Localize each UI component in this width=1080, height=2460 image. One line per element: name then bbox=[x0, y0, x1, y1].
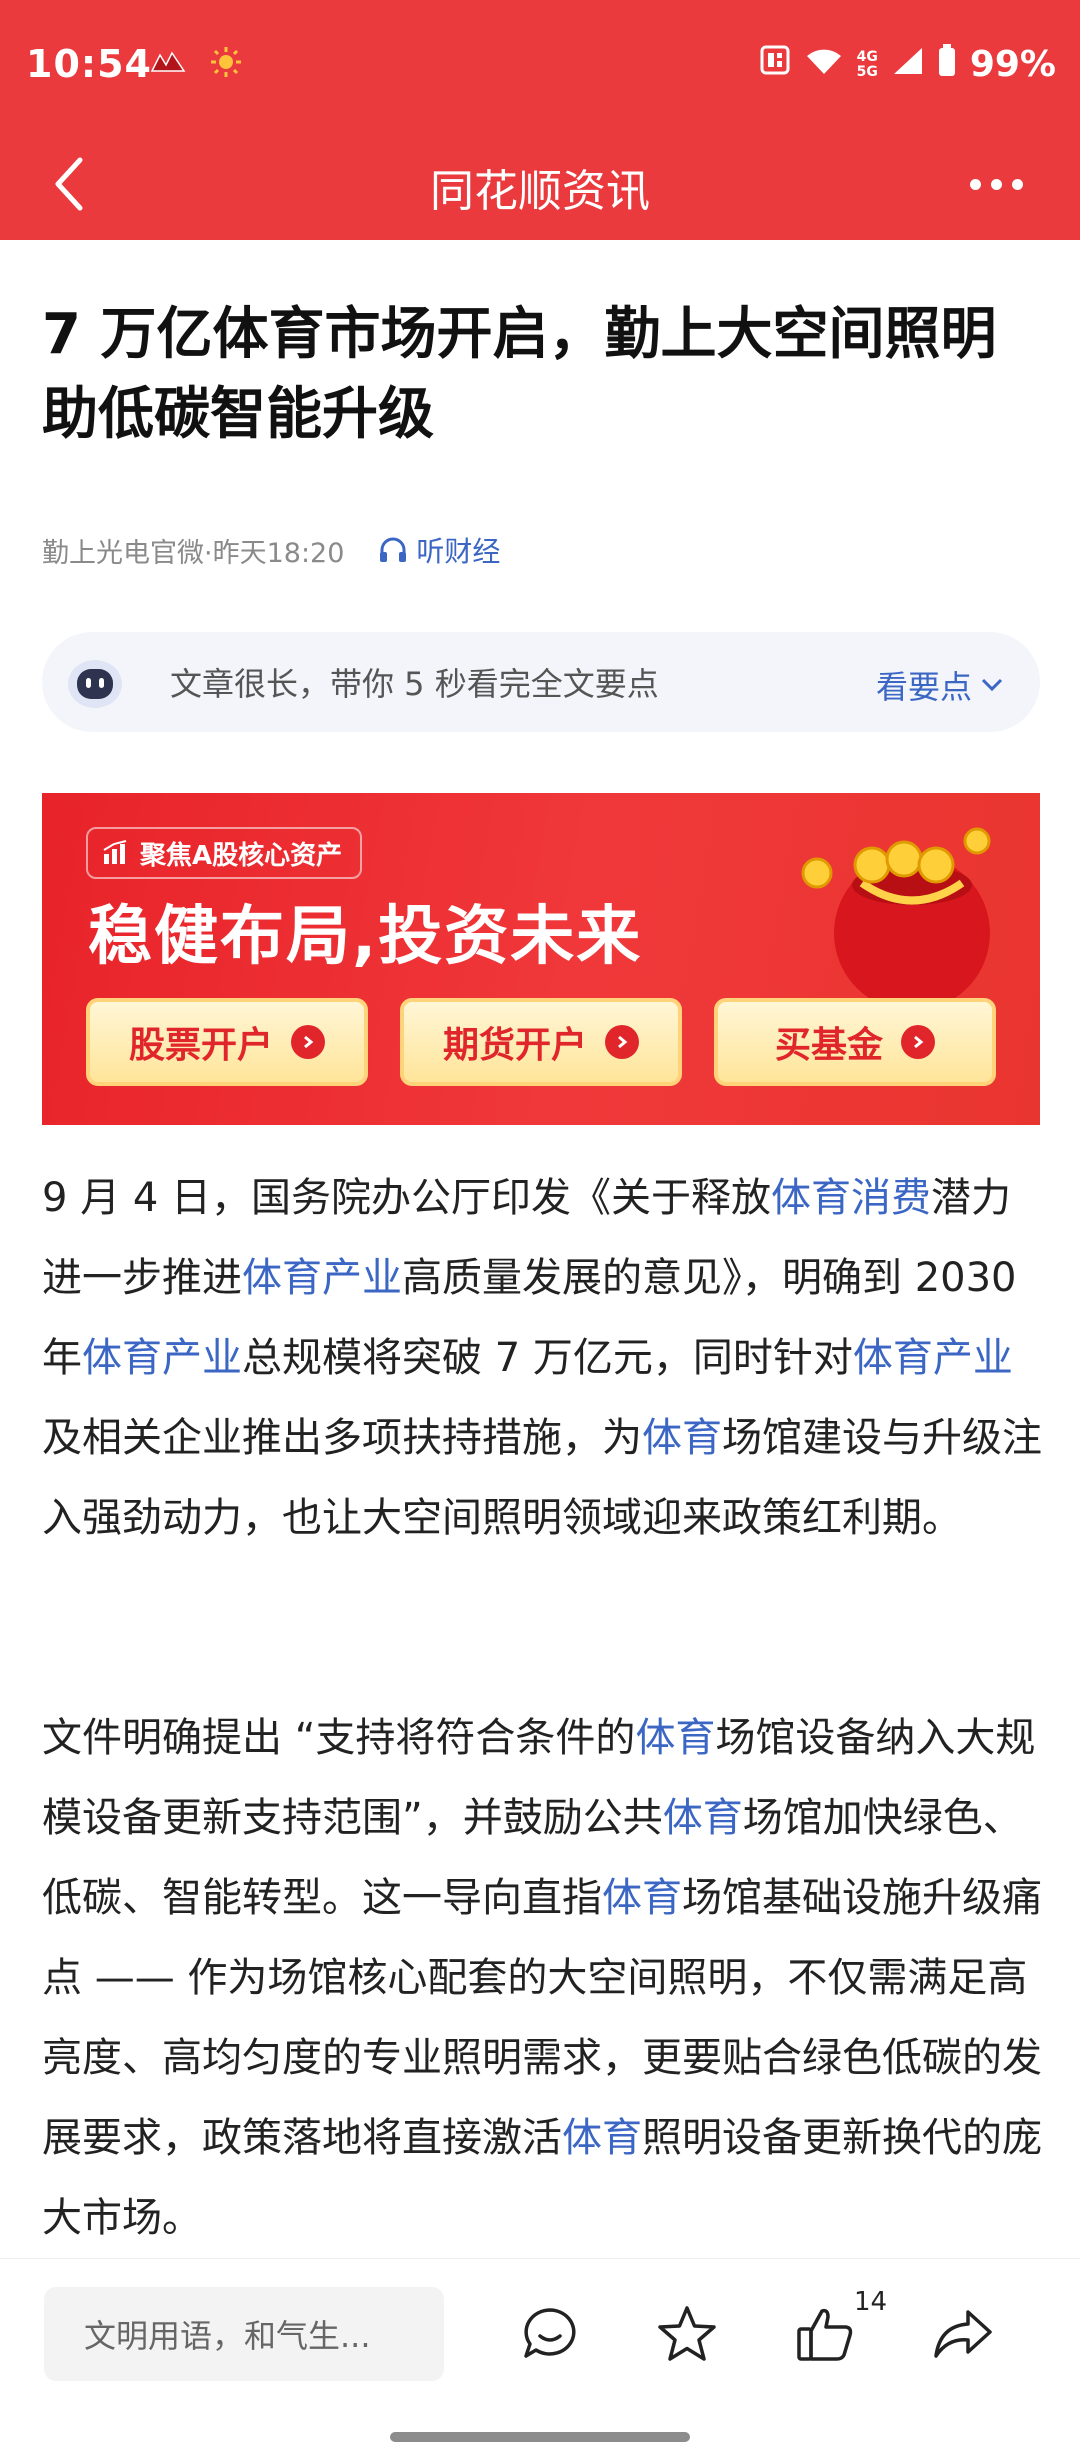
bottom-action-bar: 文明用语，和气生... 14 bbox=[0, 2258, 1080, 2460]
comment-icon bbox=[524, 2308, 576, 2358]
listen-button[interactable]: 听财经 bbox=[378, 530, 500, 570]
arrow-right-icon bbox=[605, 1025, 639, 1059]
nfc-icon bbox=[759, 44, 791, 85]
battery-level: 99% bbox=[969, 44, 1056, 85]
thumbs-up-icon bbox=[797, 2308, 853, 2361]
app-notification-icon bbox=[148, 47, 188, 81]
buy-fund-button[interactable]: 买基金 bbox=[714, 998, 996, 1086]
more-icon bbox=[969, 178, 981, 190]
weather-sun-icon bbox=[210, 46, 242, 82]
banner-headline: 稳健布局,投资未来 bbox=[88, 900, 643, 974]
comment-input[interactable]: 文明用语，和气生... bbox=[44, 2287, 444, 2381]
home-indicator[interactable] bbox=[390, 2432, 690, 2442]
keyword-link[interactable]: 体育产业 bbox=[242, 1255, 402, 1301]
share-button[interactable] bbox=[928, 2299, 998, 2369]
keyword-link[interactable]: 体育产业 bbox=[82, 1335, 242, 1381]
keyword-link[interactable]: 体育 bbox=[602, 1875, 682, 1921]
arrow-right-icon bbox=[291, 1025, 325, 1059]
chart-icon bbox=[103, 840, 127, 864]
chevron-down-icon bbox=[981, 678, 1003, 692]
futures-account-button[interactable]: 期货开户 bbox=[400, 998, 682, 1086]
app-header: 10:54 4G 5G 99% 同花顺资讯 bbox=[0, 0, 1080, 240]
keyword-link[interactable]: 体育 bbox=[663, 1795, 743, 1841]
nav-title: 同花顺资讯 bbox=[430, 166, 650, 217]
comment-button[interactable] bbox=[515, 2299, 585, 2369]
view-key-points-button[interactable]: 看要点 bbox=[876, 662, 1004, 708]
like-count: 14 bbox=[854, 2287, 888, 2317]
battery-icon bbox=[938, 44, 956, 85]
article-title: 7 万亿体育市场开启，勤上大空间照明助低碳智能升级 bbox=[42, 302, 997, 447]
network-type: 4G 5G bbox=[856, 48, 878, 80]
banner-tag: 聚焦A股核心资产 bbox=[86, 827, 363, 879]
arrow-right-icon bbox=[901, 1025, 935, 1059]
keyword-link[interactable]: 体育消费 bbox=[771, 1175, 931, 1221]
keyword-link[interactable]: 体育 bbox=[642, 1415, 722, 1461]
article-paragraph-1: 9 月 4 日，国务院办公厅印发《关于释放体育消费潜力进一步推进体育产业高质量发… bbox=[42, 1175, 1042, 1541]
summary-text: 文章很长，带你 5 秒看完全文要点 bbox=[170, 665, 659, 703]
keyword-link[interactable]: 体育 bbox=[635, 1715, 715, 1761]
article-paragraph-2: 文件明确提出 “支持将符合条件的体育场馆设备纳入大规模设备更新支持范围”，并鼓励… bbox=[42, 1715, 1042, 2241]
share-icon bbox=[934, 2310, 992, 2358]
stock-account-button[interactable]: 股票开户 bbox=[86, 998, 368, 1086]
more-options-button[interactable] bbox=[956, 149, 1036, 219]
status-bar: 10:54 4G 5G 99% bbox=[0, 0, 1080, 135]
favorite-button[interactable] bbox=[652, 2299, 722, 2369]
star-icon bbox=[658, 2306, 716, 2361]
source-time: 勤上光电官微·昨天18:20 bbox=[42, 537, 345, 569]
status-time: 10:54 bbox=[26, 42, 152, 86]
listen-label: 听财经 bbox=[416, 535, 501, 568]
money-bag-icon bbox=[801, 827, 991, 1011]
promo-banner[interactable]: 聚焦A股核心资产 稳健布局,投资未来 股票开户 期货开户 买基金 bbox=[42, 793, 1040, 1125]
summary-card[interactable]: 文章很长，带你 5 秒看完全文要点 看要点 bbox=[42, 632, 1040, 732]
keyword-link[interactable]: 体育产业 bbox=[853, 1335, 1013, 1381]
signal-icon bbox=[892, 44, 924, 85]
article-meta: 勤上光电官微·昨天18:20 听财经 bbox=[42, 530, 500, 570]
ai-bot-icon bbox=[68, 660, 122, 708]
like-button[interactable] bbox=[790, 2299, 860, 2369]
wifi-icon bbox=[805, 44, 843, 85]
headphones-icon bbox=[380, 537, 407, 562]
nav-bar: 同花顺资讯 bbox=[0, 135, 1080, 240]
keyword-link[interactable]: 体育 bbox=[562, 2115, 642, 2161]
